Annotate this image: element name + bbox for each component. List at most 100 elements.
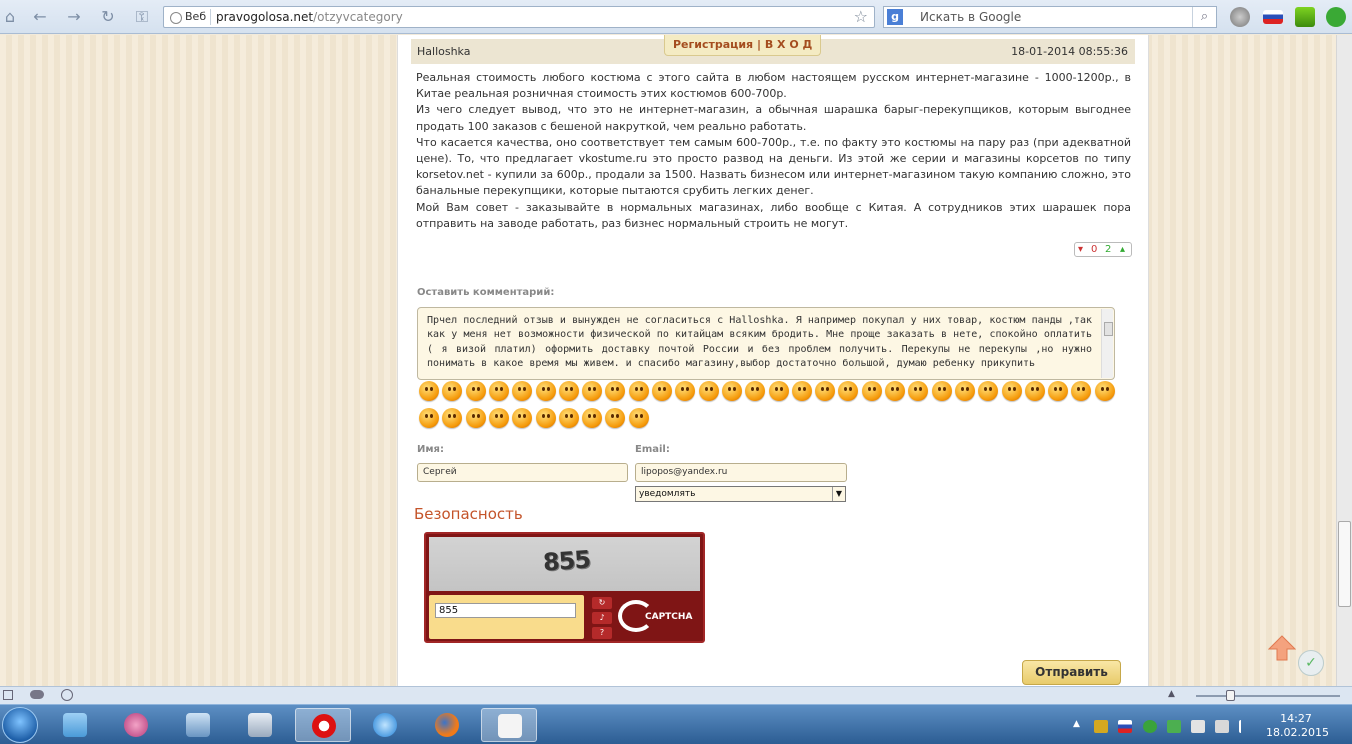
forward-icon[interactable]: → <box>64 7 84 27</box>
system-clock[interactable]: 14:27 18.02.2015 <box>1266 712 1329 740</box>
smiley-icon[interactable] <box>419 381 439 401</box>
email-field[interactable]: lipopos@yandex.ru <box>635 463 847 482</box>
smiley-icon[interactable] <box>1001 381 1022 401</box>
search-icon[interactable]: ⌕ <box>1192 7 1216 27</box>
smiley-icon[interactable] <box>721 381 742 401</box>
google-icon[interactable]: g <box>887 9 903 25</box>
smiley-icon[interactable] <box>605 408 626 428</box>
taskbar-ie[interactable] <box>357 708 413 742</box>
comment-textarea[interactable]: Прчел последний отзыв и вынужден не согл… <box>417 307 1115 380</box>
textarea-scrollbar[interactable] <box>1101 309 1113 378</box>
thumb-down-icon[interactable]: ▾ <box>1078 243 1083 256</box>
bookmark-star-icon[interactable]: ☆ <box>854 7 868 26</box>
audio-captcha-icon[interactable]: ♪ <box>592 612 612 624</box>
camera-icon[interactable] <box>61 689 73 701</box>
taskbar-notes[interactable] <box>47 708 103 742</box>
page-scrollbar[interactable] <box>1336 35 1352 686</box>
zoom-up-icon[interactable]: ▲ <box>1168 689 1175 699</box>
zoom-knob[interactable] <box>1226 690 1235 701</box>
tray-shield-icon[interactable] <box>1167 720 1181 733</box>
smiley-icon[interactable] <box>442 381 463 401</box>
tray-chart-icon[interactable] <box>1094 720 1108 733</box>
smiley-icon[interactable] <box>558 381 579 401</box>
smiley-icon[interactable] <box>908 381 929 401</box>
captcha-input[interactable]: 855 <box>435 603 576 618</box>
help-captcha-icon[interactable]: ? <box>592 627 612 639</box>
notify-select[interactable]: уведомлять ▼ <box>635 486 846 502</box>
smiley-icon[interactable] <box>605 381 626 401</box>
address-bar[interactable]: Веб pravogolosa.net/otzyvcategory ☆ <box>163 6 875 28</box>
sidebar-toggle-icon[interactable] <box>3 690 13 700</box>
taskbar-building[interactable] <box>170 708 226 742</box>
smiley-icon[interactable] <box>978 381 999 401</box>
smiley-icon[interactable] <box>885 381 905 401</box>
smiley-icon[interactable] <box>582 408 603 428</box>
back-icon[interactable]: ← <box>30 7 50 27</box>
russian-flag-icon[interactable] <box>1263 10 1283 24</box>
smiley-icon[interactable] <box>419 408 439 428</box>
key-icon[interactable]: ⚿ <box>132 7 152 27</box>
thumb-up-icon[interactable]: ▴ <box>1120 243 1125 256</box>
smiley-icon[interactable] <box>931 381 952 401</box>
smiley-icon[interactable] <box>628 381 649 401</box>
smiley-icon[interactable] <box>628 408 649 428</box>
site-info-label[interactable]: Веб <box>167 9 212 25</box>
name-field[interactable]: Сергей <box>417 463 628 482</box>
language-flag-icon[interactable] <box>1118 720 1132 733</box>
cloud-icon[interactable] <box>30 690 44 699</box>
smiley-icon[interactable] <box>488 408 509 428</box>
smiley-icon[interactable] <box>652 381 672 401</box>
smiley-icon[interactable] <box>488 381 509 401</box>
smiley-icon[interactable] <box>1024 381 1045 401</box>
taskbar-tools[interactable] <box>108 708 164 742</box>
smiley-icon[interactable] <box>1094 381 1115 401</box>
smiley-icon[interactable] <box>465 381 486 401</box>
chevron-down-icon[interactable]: ▼ <box>832 487 845 501</box>
zoom-slider[interactable] <box>1196 695 1340 697</box>
smiley-icon[interactable] <box>861 381 882 401</box>
votes-up-count: 2 <box>1105 244 1112 255</box>
scroll-to-top-icon[interactable] <box>1268 634 1296 662</box>
checkmark-icon[interactable] <box>1326 7 1346 27</box>
start-button[interactable] <box>2 707 38 743</box>
smiley-icon[interactable] <box>768 381 789 401</box>
globe-icon[interactable] <box>1230 7 1250 27</box>
scroll-thumb[interactable] <box>1338 521 1351 607</box>
url-text[interactable]: pravogolosa.net/otzyvcategory <box>216 10 403 24</box>
smiley-icon[interactable] <box>954 381 975 401</box>
submit-button[interactable]: Отправить <box>1022 660 1121 685</box>
smiley-icon[interactable] <box>838 381 859 401</box>
search-bar[interactable]: g Искать в Google ⌕ <box>883 6 1217 28</box>
smiley-icon[interactable] <box>1048 381 1069 401</box>
volume-icon[interactable] <box>1215 720 1229 733</box>
download-icon[interactable] <box>1295 7 1315 27</box>
home-icon[interactable]: ⌂ <box>0 7 20 27</box>
smiley-icon[interactable] <box>698 381 719 401</box>
tray-device-icon[interactable] <box>1191 720 1205 733</box>
tray-expand-icon[interactable]: ▲ <box>1073 719 1080 729</box>
taskbar-firefox[interactable] <box>419 708 475 742</box>
smiley-icon[interactable] <box>512 408 533 428</box>
smiley-icon[interactable] <box>535 381 556 401</box>
tray-e-icon[interactable] <box>1143 720 1157 733</box>
shield-icon[interactable]: ✓ <box>1298 650 1324 676</box>
smiley-icon[interactable] <box>1071 381 1092 401</box>
login-link[interactable]: В Х О Д <box>765 38 813 51</box>
smiley-icon[interactable] <box>582 381 603 401</box>
smiley-icon[interactable] <box>791 381 812 401</box>
taskbar-calculator[interactable] <box>232 708 288 742</box>
refresh-captcha-icon[interactable]: ↻ <box>592 597 612 609</box>
taskbar-app[interactable] <box>481 708 537 742</box>
register-link[interactable]: Регистрация <box>673 38 753 51</box>
smiley-icon[interactable] <box>512 381 533 401</box>
reload-icon[interactable]: ↻ <box>98 7 118 27</box>
smiley-icon[interactable] <box>745 381 766 401</box>
smiley-icon[interactable] <box>815 381 836 401</box>
smiley-icon[interactable] <box>465 408 486 428</box>
network-icon[interactable] <box>1239 720 1253 733</box>
smiley-icon[interactable] <box>442 408 463 428</box>
smiley-icon[interactable] <box>535 408 556 428</box>
smiley-icon[interactable] <box>675 381 696 401</box>
smiley-icon[interactable] <box>558 408 579 428</box>
taskbar-opera[interactable] <box>295 708 351 742</box>
